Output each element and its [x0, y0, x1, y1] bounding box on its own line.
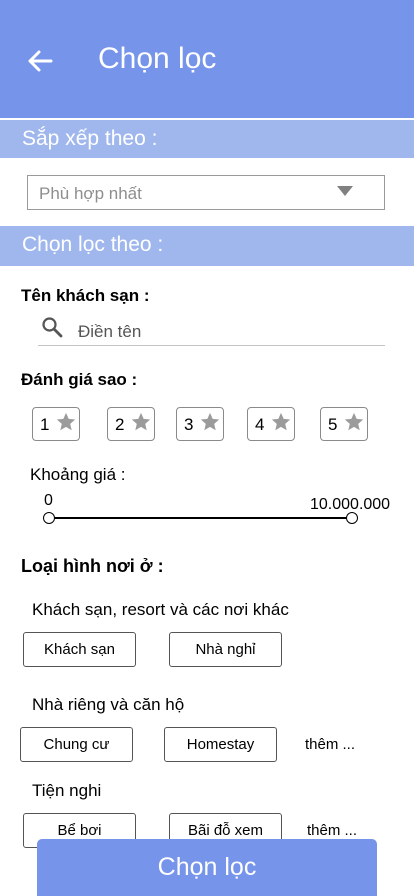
hotel-name-input[interactable] — [78, 321, 358, 343]
price-min-handle[interactable] — [43, 512, 55, 524]
apply-filter-button[interactable]: Chọn lọc — [37, 839, 377, 896]
star-icon — [131, 412, 151, 431]
amenities-title: Tiện nghi — [32, 781, 102, 800]
option-homestay[interactable]: Homestay — [164, 727, 277, 762]
sort-heading: Sắp xếp theo : — [22, 127, 158, 150]
filter-section-bar: Chọn lọc theo : — [0, 226, 414, 266]
filter-heading: Chọn lọc theo : — [22, 233, 164, 256]
page-title: Chọn lọc — [98, 42, 217, 75]
sort-selected-value: Phù hợp nhất — [39, 184, 142, 203]
star-rating-label: Đánh giá sao : — [21, 370, 138, 389]
star-filter-4[interactable]: 4 — [247, 407, 295, 441]
star-filter-5[interactable]: 5 — [320, 407, 368, 441]
hotel-name-search — [38, 312, 385, 346]
price-slider-track[interactable] — [49, 517, 352, 519]
group-homes-title: Nhà riêng và căn hộ — [32, 695, 185, 714]
option-khach-san[interactable]: Khách sạn — [23, 632, 136, 667]
price-min-value: 0 — [44, 492, 53, 509]
star-value: 3 — [184, 415, 194, 434]
star-value: 1 — [40, 415, 50, 434]
sort-section-bar: Sắp xếp theo : — [0, 120, 414, 158]
star-icon — [271, 412, 291, 431]
more-homes-link[interactable]: thêm ... — [305, 736, 355, 753]
app-header: Chọn lọc — [0, 0, 414, 118]
chevron-down-icon — [337, 186, 353, 196]
star-filter-2[interactable]: 2 — [107, 407, 155, 441]
hotel-name-label: Tên khách sạn : — [21, 286, 150, 305]
star-icon — [200, 412, 220, 431]
price-max-handle[interactable] — [346, 512, 358, 524]
sort-dropdown[interactable]: Phù hợp nhất — [27, 175, 385, 210]
star-value: 4 — [255, 415, 265, 434]
option-nha-nghi[interactable]: Nhà nghỉ — [169, 632, 282, 667]
star-value: 5 — [328, 415, 338, 434]
option-chung-cu[interactable]: Chung cư — [20, 727, 133, 762]
star-icon — [56, 412, 76, 431]
star-icon — [344, 412, 364, 431]
star-value: 2 — [115, 415, 125, 434]
arrow-left-icon[interactable] — [26, 47, 54, 75]
star-filter-1[interactable]: 1 — [32, 407, 80, 441]
more-amenities-link[interactable]: thêm ... — [307, 822, 357, 839]
search-icon — [42, 317, 63, 338]
group-hotels-title: Khách sạn, resort và các nơi khác — [32, 600, 289, 619]
accommodation-type-label: Loại hình nơi ở : — [21, 556, 164, 576]
star-filter-3[interactable]: 3 — [176, 407, 224, 441]
price-range-label: Khoảng giá : — [30, 465, 126, 484]
